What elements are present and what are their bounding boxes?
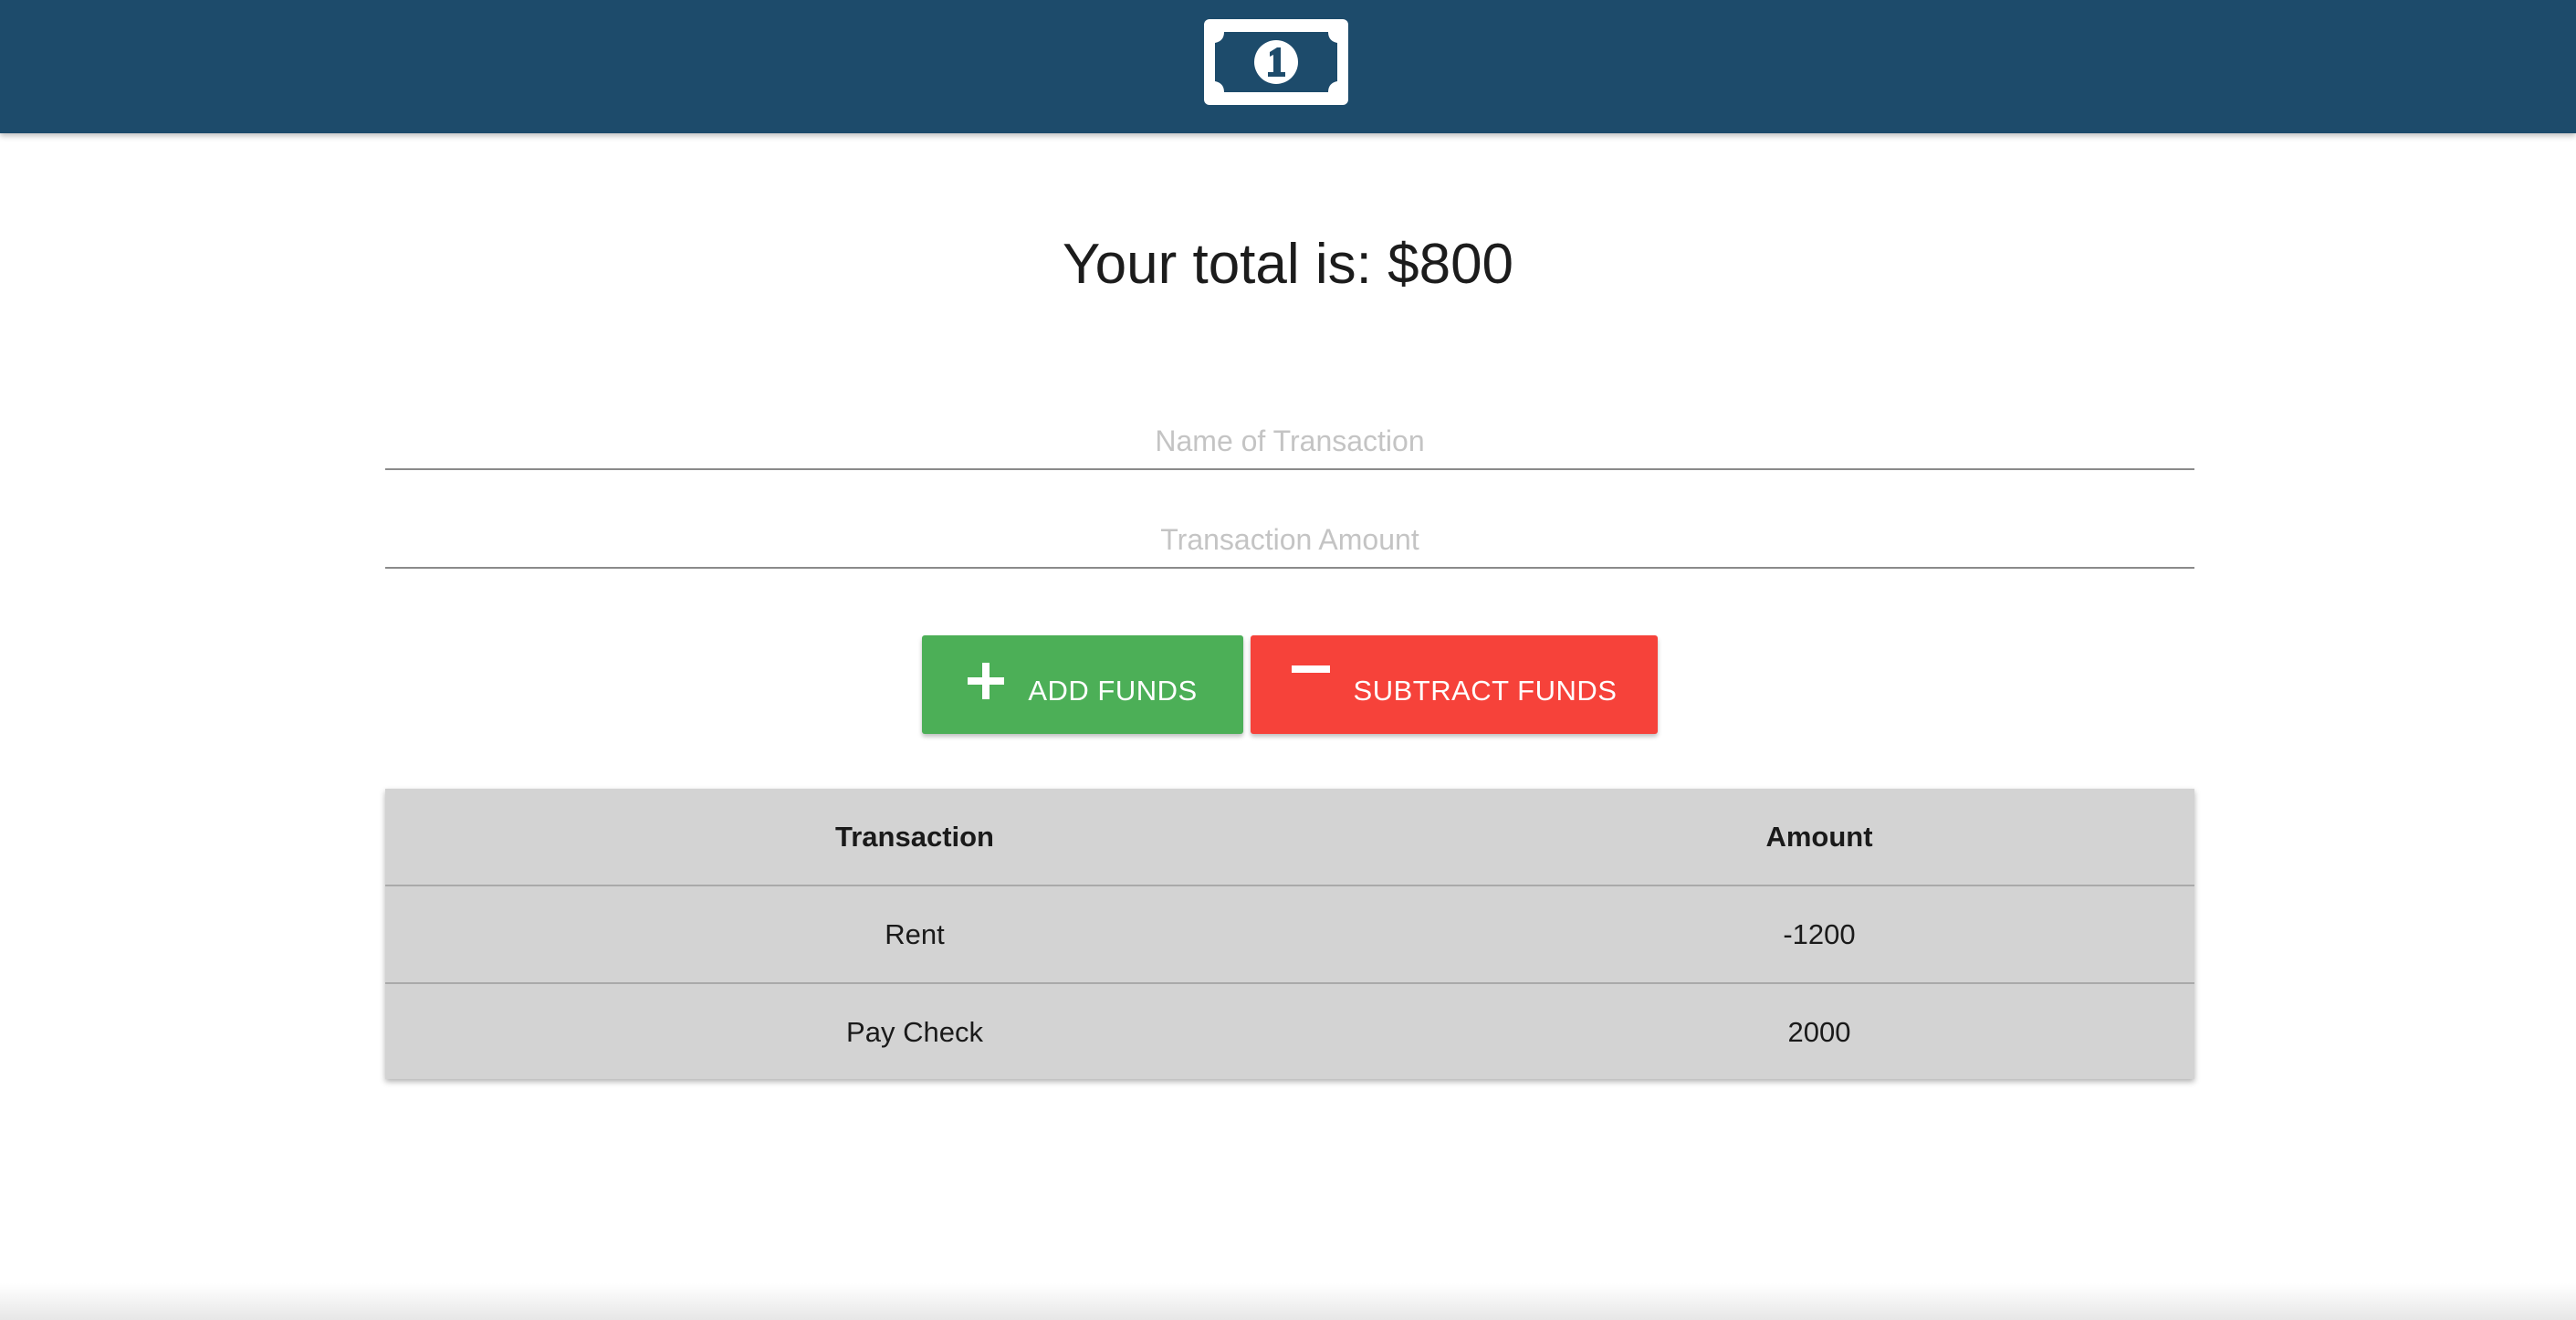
subtract-funds-label: SUBTRACT FUNDS [1353, 675, 1618, 707]
transaction-name-cell: Pay Check [385, 982, 1444, 1080]
transaction-amount-input[interactable] [385, 512, 2194, 569]
top-app-bar [0, 0, 2576, 133]
plus-icon [968, 663, 1005, 707]
transaction-name-input[interactable] [385, 414, 2194, 470]
add-funds-button[interactable]: ADD FUNDS [922, 635, 1243, 734]
table-header-row: Transaction Amount [385, 789, 2194, 885]
add-funds-label: ADD FUNDS [1028, 675, 1198, 707]
transaction-amount-cell: 2000 [1444, 982, 2194, 1080]
minus-icon [1291, 663, 1330, 707]
budget-app: Your total is: $800 ADD FUNDS SUBTRACT F… [0, 0, 2576, 1320]
transactions-table: Transaction Amount Rent -1200 Pay Check … [385, 789, 2194, 1080]
subtract-funds-button[interactable]: SUBTRACT FUNDS [1251, 635, 1658, 734]
transaction-name-cell: Rent [385, 885, 1444, 983]
transaction-amount-cell: -1200 [1444, 885, 2194, 983]
table-row: Rent -1200 [385, 885, 2194, 983]
bottom-edge-shadow [0, 1283, 2576, 1320]
column-header-transaction: Transaction [835, 820, 994, 853]
table-row: Pay Check 2000 [385, 982, 2194, 1080]
dollar-bill-icon [1204, 19, 1348, 105]
column-header-amount: Amount [1765, 820, 1873, 853]
total-balance-heading: Your total is: $800 [1062, 233, 1514, 296]
